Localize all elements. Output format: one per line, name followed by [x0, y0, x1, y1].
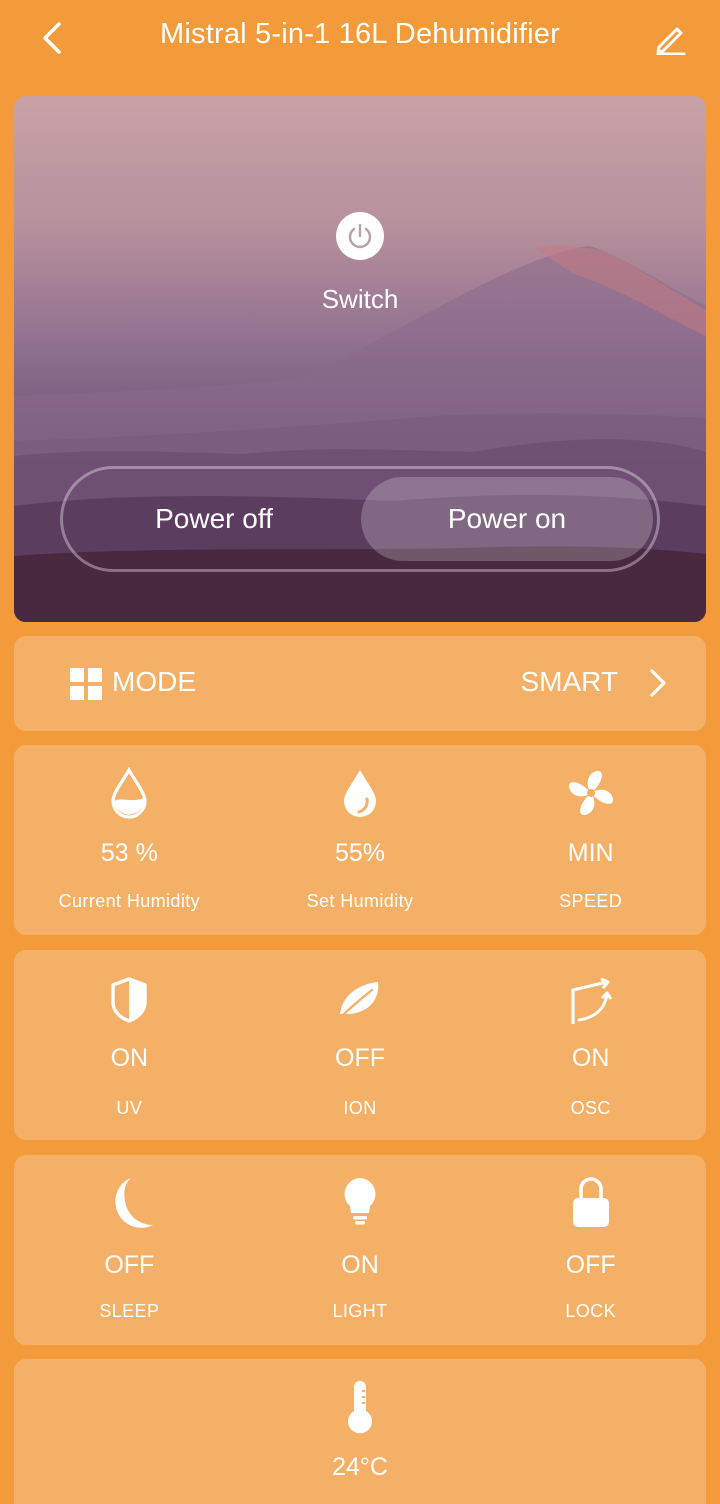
uv-tile[interactable]: ON UV: [14, 950, 245, 1140]
uv-ion-osc-panel: ON UV OFF ION ON OSC: [14, 950, 706, 1140]
osc-label: OSC: [570, 1098, 611, 1118]
sleep-value: OFF: [104, 1251, 155, 1279]
current-humidity-tile: 53 % Current Humidity: [14, 745, 245, 935]
switch-label: Switch: [321, 284, 399, 314]
power-switch-button[interactable]: [336, 212, 384, 260]
app-header: Mistral 5-in-1 16L Dehumidifier: [0, 0, 720, 76]
ion-value: OFF: [335, 1044, 385, 1072]
page-title: Mistral 5-in-1 16L Dehumidifier: [160, 18, 560, 50]
ion-label: ION: [343, 1098, 377, 1118]
water-drop-half-icon: [111, 767, 147, 819]
thermometer-icon: [348, 1381, 372, 1434]
mode-label: MODE: [112, 666, 196, 697]
chevron-right-icon: [650, 669, 666, 697]
grid-icon: [70, 668, 102, 700]
light-label: LIGHT: [332, 1301, 388, 1321]
temperature-card: 24°C: [14, 1359, 706, 1504]
lock-value: OFF: [565, 1251, 616, 1279]
lock-tile[interactable]: OFF LOCK: [475, 1155, 706, 1345]
leaf-icon: [340, 982, 379, 1018]
power-off-button[interactable]: Power off: [69, 475, 359, 563]
humidity-speed-panel: 53 % Current Humidity 55% Set Humidity M…: [14, 745, 706, 935]
current-humidity-value: 53 %: [100, 839, 158, 867]
lock-label: LOCK: [565, 1301, 616, 1321]
power-icon: [348, 223, 372, 249]
sleep-tile[interactable]: OFF SLEEP: [14, 1155, 245, 1345]
light-tile[interactable]: ON LIGHT: [245, 1155, 476, 1345]
set-humidity-value: 55%: [334, 839, 386, 867]
power-on-button[interactable]: Power on: [361, 477, 653, 561]
lightbulb-icon: [344, 1178, 376, 1225]
speed-tile[interactable]: MIN SPEED: [475, 745, 706, 935]
shield-icon: [111, 977, 148, 1023]
sleep-light-lock-panel: OFF SLEEP ON LIGHT OFF LOCK: [14, 1155, 706, 1345]
mode-row[interactable]: MODE SMART: [14, 636, 706, 731]
moon-icon: [115, 1178, 154, 1228]
power-toggle: Power off Power on: [60, 466, 660, 572]
speed-label: SPEED: [559, 891, 623, 911]
temperature-value: 24°C: [332, 1453, 388, 1481]
mode-value: SMART: [520, 666, 619, 697]
sleep-label: SLEEP: [99, 1301, 160, 1321]
speed-value: MIN: [567, 839, 614, 867]
light-value: ON: [341, 1251, 379, 1279]
power-card: Switch Power off Power on: [14, 96, 706, 622]
current-humidity-label: Current Humidity: [58, 891, 201, 911]
set-humidity-tile[interactable]: 55% Set Humidity: [245, 745, 476, 935]
osc-tile[interactable]: ON OSC: [475, 950, 706, 1140]
pencil-icon: [656, 27, 686, 55]
osc-value: ON: [571, 1044, 610, 1072]
set-humidity-label: Set Humidity: [306, 891, 414, 911]
oscillation-icon: [571, 977, 612, 1024]
uv-label: UV: [116, 1098, 143, 1118]
uv-value: ON: [110, 1044, 149, 1072]
edit-button[interactable]: [648, 16, 692, 60]
lock-icon: [572, 1177, 609, 1227]
fan-icon: [568, 770, 613, 816]
water-drop-icon: [344, 770, 376, 817]
ion-tile[interactable]: OFF ION: [245, 950, 476, 1140]
